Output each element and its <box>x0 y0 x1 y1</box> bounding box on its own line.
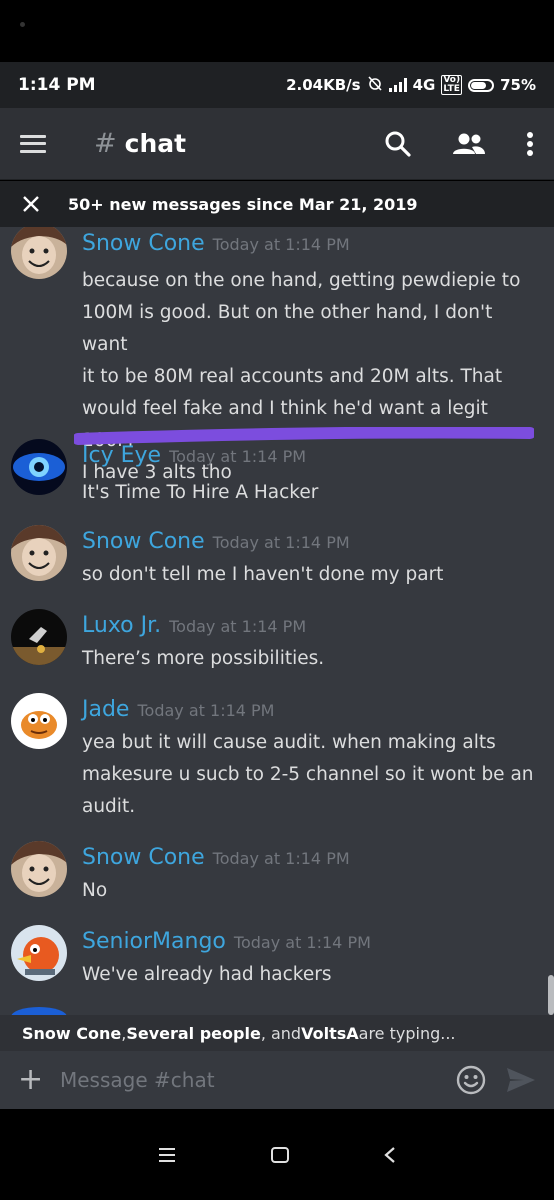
status-time: 1:14 PM <box>18 75 96 95</box>
app-bar: # chat <box>0 108 554 180</box>
message-timestamp: Today at 1:14 PM <box>169 617 307 636</box>
status-bar: 1:14 PM 2.04KB/s 4G Vo) LTE 75% <box>0 62 554 108</box>
more-vertical-icon[interactable] <box>526 131 534 157</box>
channel-name: chat <box>124 129 187 158</box>
hash-icon: # <box>94 128 117 159</box>
home-icon[interactable] <box>270 1146 290 1164</box>
message-timestamp: Today at 1:14 PM <box>212 849 350 868</box>
send-icon[interactable] <box>506 1067 536 1093</box>
message-body: so don't tell me I haven't done my part <box>82 564 444 585</box>
battery-icon <box>468 78 495 92</box>
message-composer: + <box>0 1051 554 1109</box>
message-author[interactable]: Snow Cone Today at 1:14 PM <box>82 845 350 870</box>
message-timestamp: Today at 1:14 PM <box>233 933 371 952</box>
message-timestamp: Today at 1:14 PM <box>137 701 275 720</box>
camera-area <box>0 0 554 62</box>
message-body: yea but it will cause audit. when making… <box>82 732 534 817</box>
avatar[interactable] <box>11 841 67 897</box>
members-icon[interactable] <box>452 133 486 155</box>
search-icon[interactable] <box>384 130 412 158</box>
signal-icon <box>388 78 407 92</box>
avatar[interactable] <box>11 609 67 665</box>
message-author[interactable]: Snow Cone Today at 1:14 PM <box>82 231 350 256</box>
typing-indicator: Snow Cone, Several people, and VoltsA ar… <box>0 1015 554 1051</box>
avatar-partial[interactable] <box>11 1007 67 1015</box>
close-icon[interactable] <box>22 195 40 213</box>
new-messages-banner[interactable]: 50+ new messages since Mar 21, 2019 <box>0 181 554 227</box>
scrollbar-thumb[interactable] <box>548 975 554 1015</box>
message-author[interactable]: SeniorMango Today at 1:14 PM <box>82 929 371 954</box>
battery-percent: 75% <box>500 76 536 94</box>
system-nav-bar <box>0 1109 554 1200</box>
alarm-off-icon <box>367 75 383 95</box>
message-body: We've already had hackers <box>82 964 332 985</box>
network-speed: 2.04KB/s <box>286 76 361 94</box>
app-bar-actions <box>384 130 534 158</box>
message-timestamp: Today at 1:14 PM <box>212 235 350 254</box>
menu-icon[interactable] <box>20 134 46 153</box>
emoji-icon[interactable] <box>456 1065 486 1095</box>
message-input[interactable] <box>58 1067 436 1093</box>
message-timestamp: Today at 1:14 PM <box>212 533 350 552</box>
network-type: 4G <box>412 76 436 94</box>
recent-apps-icon[interactable] <box>157 1147 177 1163</box>
message-timestamp: Today at 1:14 PM <box>169 447 307 466</box>
banner-text: 50+ new messages since Mar 21, 2019 <box>68 194 418 214</box>
message-body: No <box>82 880 108 901</box>
channel-title: # chat <box>94 128 186 159</box>
message-author[interactable]: Luxo Jr. Today at 1:14 PM <box>82 613 306 638</box>
status-indicators: 2.04KB/s 4G Vo) LTE 75% <box>286 75 536 95</box>
back-icon[interactable] <box>383 1146 397 1164</box>
avatar[interactable] <box>11 925 67 981</box>
avatar[interactable] <box>11 693 67 749</box>
avatar[interactable] <box>11 525 67 581</box>
volte-badge: Vo) LTE <box>441 75 463 95</box>
message-list[interactable]: Snow Cone Today at 1:14 PM because on the… <box>0 227 554 1015</box>
avatar[interactable] <box>11 439 67 495</box>
message-author[interactable]: Jade Today at 1:14 PM <box>82 697 274 722</box>
message-body: It's Time To Hire A Hacker <box>82 482 319 503</box>
camera-dot <box>20 22 25 27</box>
message-author[interactable]: Snow Cone Today at 1:14 PM <box>82 529 350 554</box>
message-body: There’s more possibilities. <box>82 648 325 669</box>
add-attachment-icon[interactable]: + <box>18 1065 43 1095</box>
message-author[interactable]: Icy Eye Today at 1:14 PM <box>82 443 306 468</box>
avatar[interactable] <box>11 227 67 279</box>
